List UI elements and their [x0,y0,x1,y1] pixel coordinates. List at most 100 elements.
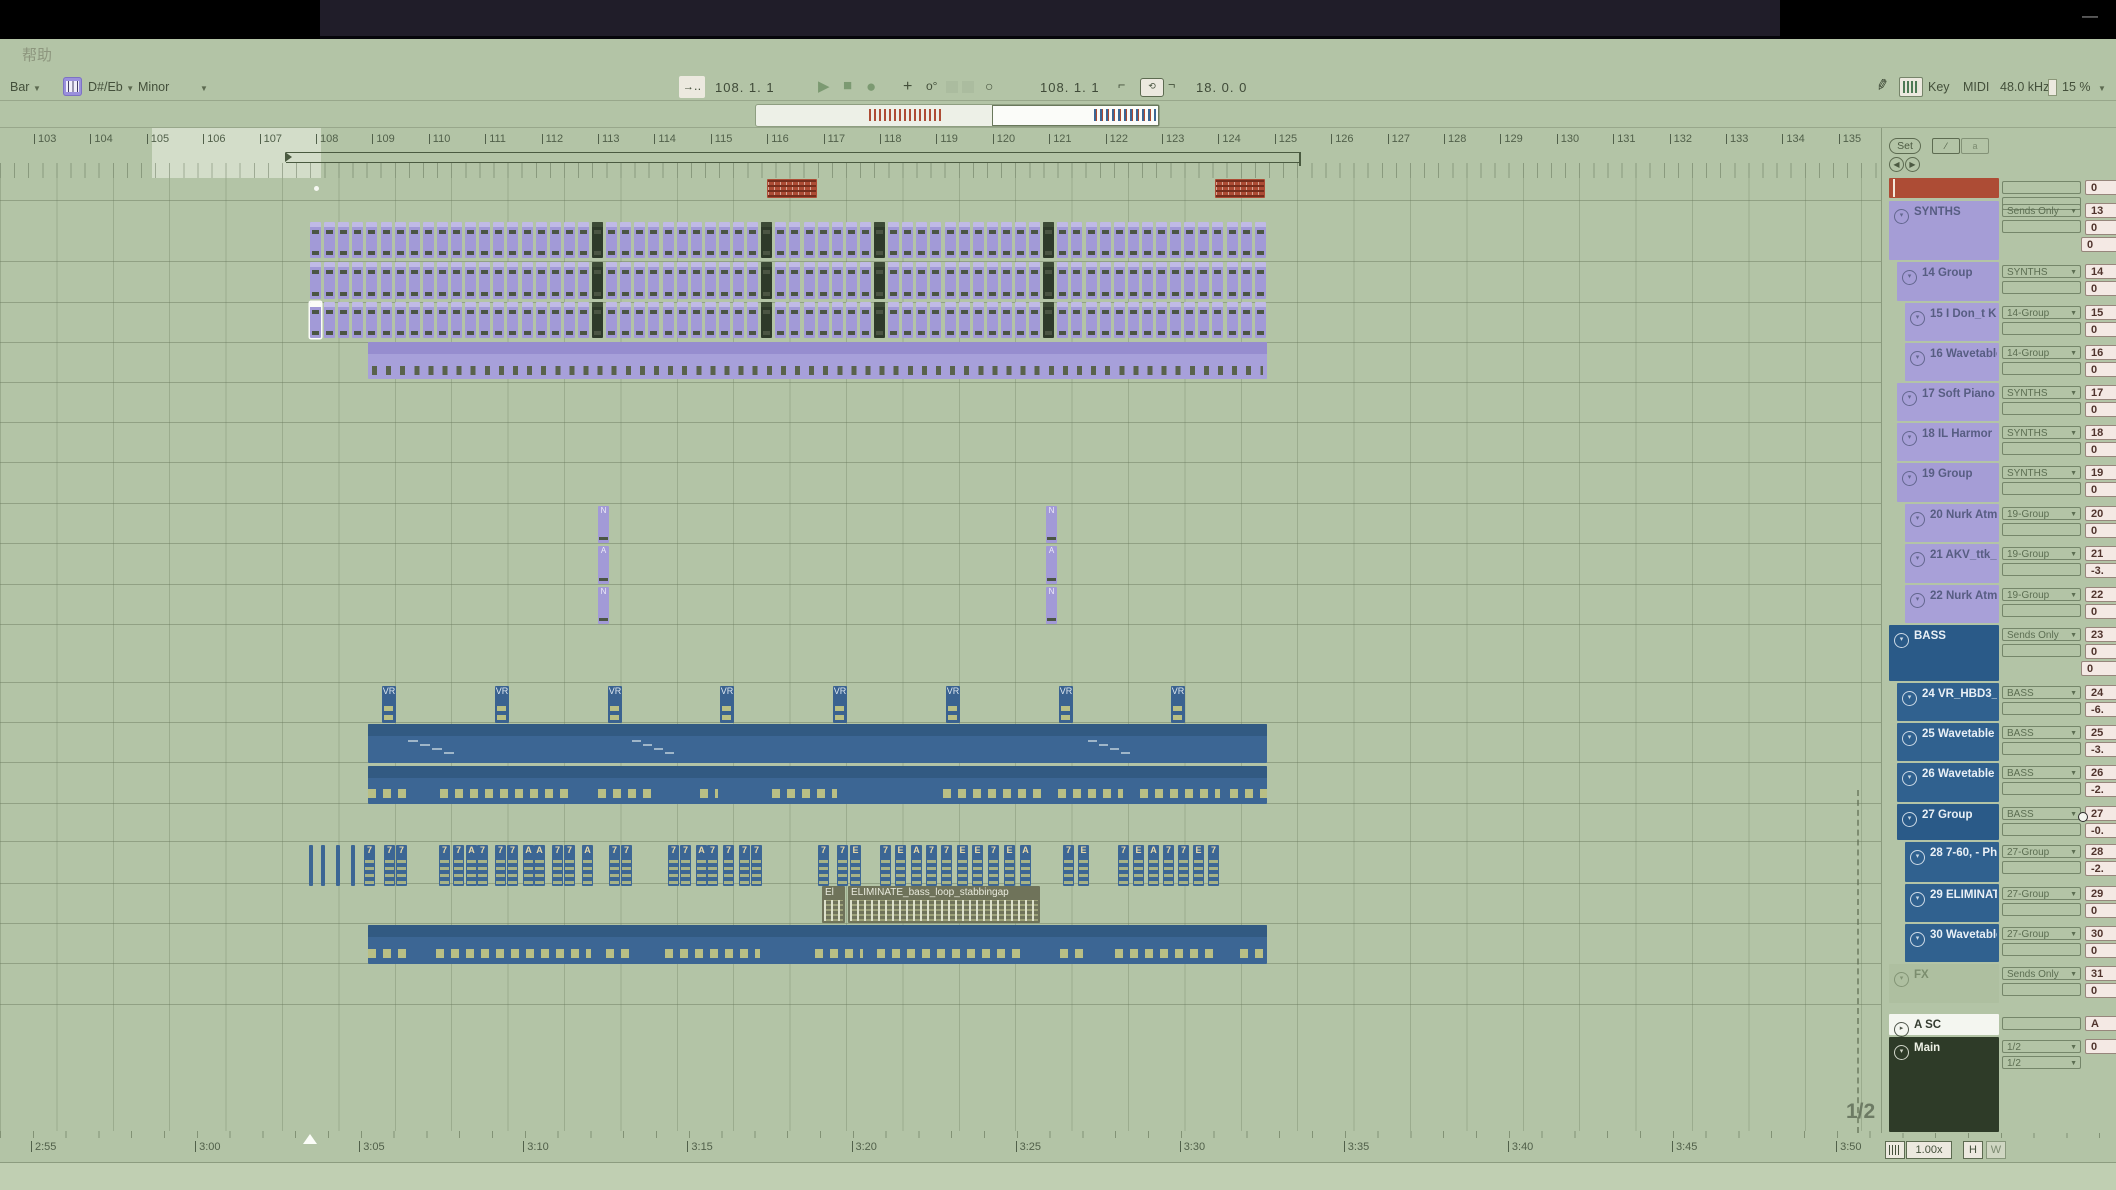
track15-clips[interactable] [832,302,843,338]
synths-group-preview[interactable] [522,222,533,258]
quantize-menu[interactable]: Bar ▼ [10,80,41,94]
track15-clips[interactable] [1114,302,1125,338]
bass-phrase-clip[interactable]: 7 [751,845,762,886]
volume-box[interactable]: -6. [2085,702,2116,717]
group14-preview[interactable] [1156,262,1167,299]
synths-group-preview[interactable] [465,222,476,258]
bass-phrase-clip[interactable]: 7 [1163,845,1174,886]
group14-preview[interactable] [705,262,716,299]
track15-clips[interactable] [1100,302,1111,338]
group14-preview[interactable] [930,262,941,299]
arrangement-overview[interactable] [755,104,1160,127]
synths-group-preview[interactable] [945,222,956,258]
overdub-button[interactable]: + [903,78,912,96]
group14-preview[interactable] [747,262,758,299]
track15-clips[interactable] [507,302,518,338]
group14-preview[interactable] [804,262,815,299]
loop-brace[interactable] [286,152,1301,163]
group14-preview[interactable] [423,262,434,299]
output-routing-chooser[interactable] [2002,1017,2081,1030]
bass-phrase-clip[interactable]: 7 [926,845,937,886]
group14-preview[interactable] [1086,262,1097,299]
synths-group-preview[interactable] [1100,222,1111,258]
group14-preview[interactable] [1170,262,1181,299]
track15-clips[interactable] [437,302,448,338]
output-routing-chooser[interactable]: 19-Group▼ [2002,547,2081,560]
bass-phrase-clip[interactable]: 7 [818,845,829,886]
bass-phrase-clip[interactable]: E [972,845,983,886]
track15-clips[interactable] [352,302,363,338]
track-name-block[interactable]: ▾17 Soft Piano [1897,383,1999,421]
output-routing-chooser[interactable]: 27-Group▼ [2002,927,2081,940]
group14-preview[interactable] [395,262,406,299]
track-name-block[interactable]: ▾30 Wavetable [1905,924,1999,962]
track-name-block[interactable]: ▸A SC [1889,1014,1999,1035]
playback-speed[interactable]: 1.00x [1906,1141,1952,1159]
bass-phrase-clip[interactable] [336,845,340,886]
bass-phrase-clip[interactable]: E [1193,845,1204,886]
synths-group-preview[interactable] [789,222,800,258]
loop-length-field[interactable]: 18. 0. 0 [1196,80,1247,95]
group14-preview[interactable] [1184,262,1195,299]
fold-icon[interactable]: ▾ [1902,431,1917,446]
fold-icon[interactable]: ▾ [1910,311,1925,326]
arrangement-area[interactable]: VRVRVRVRVRVRVRVRNANNAN77777A777AA77A7777… [0,178,1881,1131]
track15-clips[interactable] [381,302,392,338]
bass-phrase-clip[interactable]: 7 [723,845,734,886]
track15-clips[interactable] [634,302,645,338]
atmo-clip[interactable]: N [598,506,609,543]
track-name-block[interactable]: ▾18 IL Harmor [1897,423,1999,461]
draw-mode-icon[interactable]: ✎ [1874,75,1891,96]
track-name-block[interactable]: ▾SYNTHS [1889,201,1999,260]
input-routing-chooser[interactable] [2002,563,2081,576]
group14-preview[interactable] [606,262,617,299]
synths-group-preview[interactable] [761,222,772,258]
synths-group-preview[interactable] [578,222,589,258]
bass-phrase-clip[interactable]: A [466,845,477,886]
synths-group-preview[interactable] [1001,222,1012,258]
track-number-box[interactable]: 18 [2085,425,2116,440]
synths-group-preview[interactable] [1170,222,1181,258]
track15-clips[interactable] [959,302,970,338]
track15-clips[interactable] [761,302,772,338]
bass-phrase-clip[interactable]: A [1020,845,1031,886]
vr-clip[interactable]: VR [608,686,622,723]
group14-preview[interactable] [324,262,335,299]
input-routing-chooser[interactable] [2002,903,2081,916]
track15-clips[interactable] [945,302,956,338]
input-routing-chooser[interactable] [2002,523,2081,536]
group14-preview[interactable] [677,262,688,299]
synths-group-preview[interactable] [423,222,434,258]
group14-preview[interactable] [1029,262,1040,299]
track-name-block[interactable]: ▾24 VR_HBD3_s [1897,683,1999,721]
bass-phrase-clip[interactable]: 7 [1118,845,1129,886]
group14-preview[interactable] [874,262,885,299]
track15-clips[interactable] [1001,302,1012,338]
group14-preview[interactable] [1071,262,1082,299]
group14-preview[interactable] [437,262,448,299]
output-routing-chooser[interactable] [2002,181,2081,194]
prev-page-icon[interactable]: ◀ [1889,157,1904,172]
fold-icon[interactable]: ▾ [1902,471,1917,486]
volume-box[interactable]: 0 [2085,523,2116,538]
output-routing-chooser[interactable]: SYNTHS▼ [2002,386,2081,399]
track-name-block[interactable]: ▾BASS [1889,625,1999,681]
bass-phrase-clip[interactable]: 7 [668,845,679,886]
output-routing-chooser[interactable]: 14-Group▼ [2002,306,2081,319]
group14-preview[interactable] [1001,262,1012,299]
track-name-block[interactable]: ▾15 I Don_t Kn [1905,303,1999,341]
track-number-box[interactable]: 19 [2085,465,2116,480]
synths-group-preview[interactable] [592,222,603,258]
input-routing-chooser[interactable] [2002,482,2081,495]
punch-out-ramp-icon[interactable]: ¬ [1168,78,1175,92]
bass-phrase-clip[interactable]: 7 [396,845,407,886]
bass-phrase-clip[interactable]: 7 [495,845,506,886]
link-icon[interactable]: ⁄ [1932,138,1960,154]
group14-preview[interactable] [1128,262,1139,299]
synths-group-preview[interactable] [451,222,462,258]
track15-clips[interactable] [338,302,349,338]
track-number-box[interactable]: 16 [2085,345,2116,360]
track-number-box[interactable]: 15 [2085,305,2116,320]
input-routing-chooser[interactable]: 1/2▼ [2002,1056,2081,1069]
punch-in-ramp-icon[interactable]: ⌐ [1118,78,1125,92]
